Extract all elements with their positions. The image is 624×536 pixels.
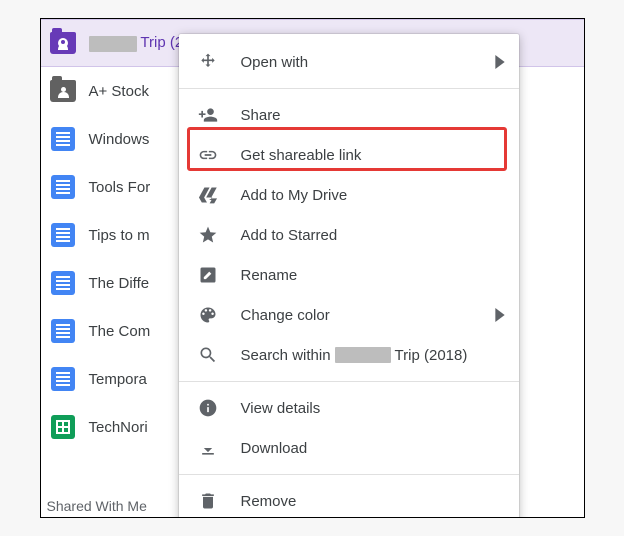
file-name: The Com: [89, 323, 151, 340]
open-with-icon: [197, 51, 219, 73]
docs-icon: [49, 173, 77, 201]
menu-download[interactable]: Download: [179, 428, 519, 468]
file-name: Tempora: [89, 371, 147, 388]
palette-icon: [197, 304, 219, 326]
rename-icon: [197, 264, 219, 286]
context-menu: Open with Share Get shareable link Add t…: [179, 34, 519, 518]
menu-view-details[interactable]: View details: [179, 388, 519, 428]
file-name: TechNori: [89, 419, 148, 436]
docs-icon: [49, 317, 77, 345]
menu-divider: [179, 381, 519, 382]
menu-open-with[interactable]: Open with: [179, 42, 519, 82]
search-label: Search within Trip (2018): [241, 347, 468, 364]
file-name: Windows: [89, 131, 150, 148]
file-name: Tools For: [89, 179, 151, 196]
docs-icon: [49, 221, 77, 249]
folder-person-icon: [49, 29, 77, 57]
file-name: The Diffe: [89, 275, 150, 292]
drive-add-icon: [197, 184, 219, 206]
menu-share[interactable]: Share: [179, 95, 519, 135]
redacted-text: [89, 36, 137, 52]
chevron-right-icon: [495, 308, 505, 322]
menu-divider: [179, 88, 519, 89]
docs-icon: [49, 269, 77, 297]
file-name: A+ Stock: [89, 83, 149, 100]
menu-rename[interactable]: Rename: [179, 255, 519, 295]
folder-shared-icon: [49, 77, 77, 105]
footer-label: Shared With Me: [47, 498, 147, 514]
menu-add-to-drive[interactable]: Add to My Drive: [179, 175, 519, 215]
download-icon: [197, 437, 219, 459]
menu-divider: [179, 474, 519, 475]
redacted-text: [335, 347, 391, 363]
menu-search-within[interactable]: Search within Trip (2018): [179, 335, 519, 375]
menu-add-to-starred[interactable]: Add to Starred: [179, 215, 519, 255]
app-frame: Trip (2018) A+ Stock Windows Tools For T…: [40, 18, 585, 518]
star-icon: [197, 224, 219, 246]
menu-remove[interactable]: Remove: [179, 481, 519, 518]
docs-icon: [49, 365, 77, 393]
docs-icon: [49, 125, 77, 153]
link-icon: [197, 144, 219, 166]
chevron-right-icon: [495, 55, 505, 69]
file-name: Tips to m: [89, 227, 150, 244]
info-icon: [197, 397, 219, 419]
menu-get-shareable-link[interactable]: Get shareable link: [179, 135, 519, 175]
sheets-icon: [49, 413, 77, 441]
menu-change-color[interactable]: Change color: [179, 295, 519, 335]
person-add-icon: [197, 104, 219, 126]
search-icon: [197, 344, 219, 366]
trash-icon: [197, 490, 219, 512]
